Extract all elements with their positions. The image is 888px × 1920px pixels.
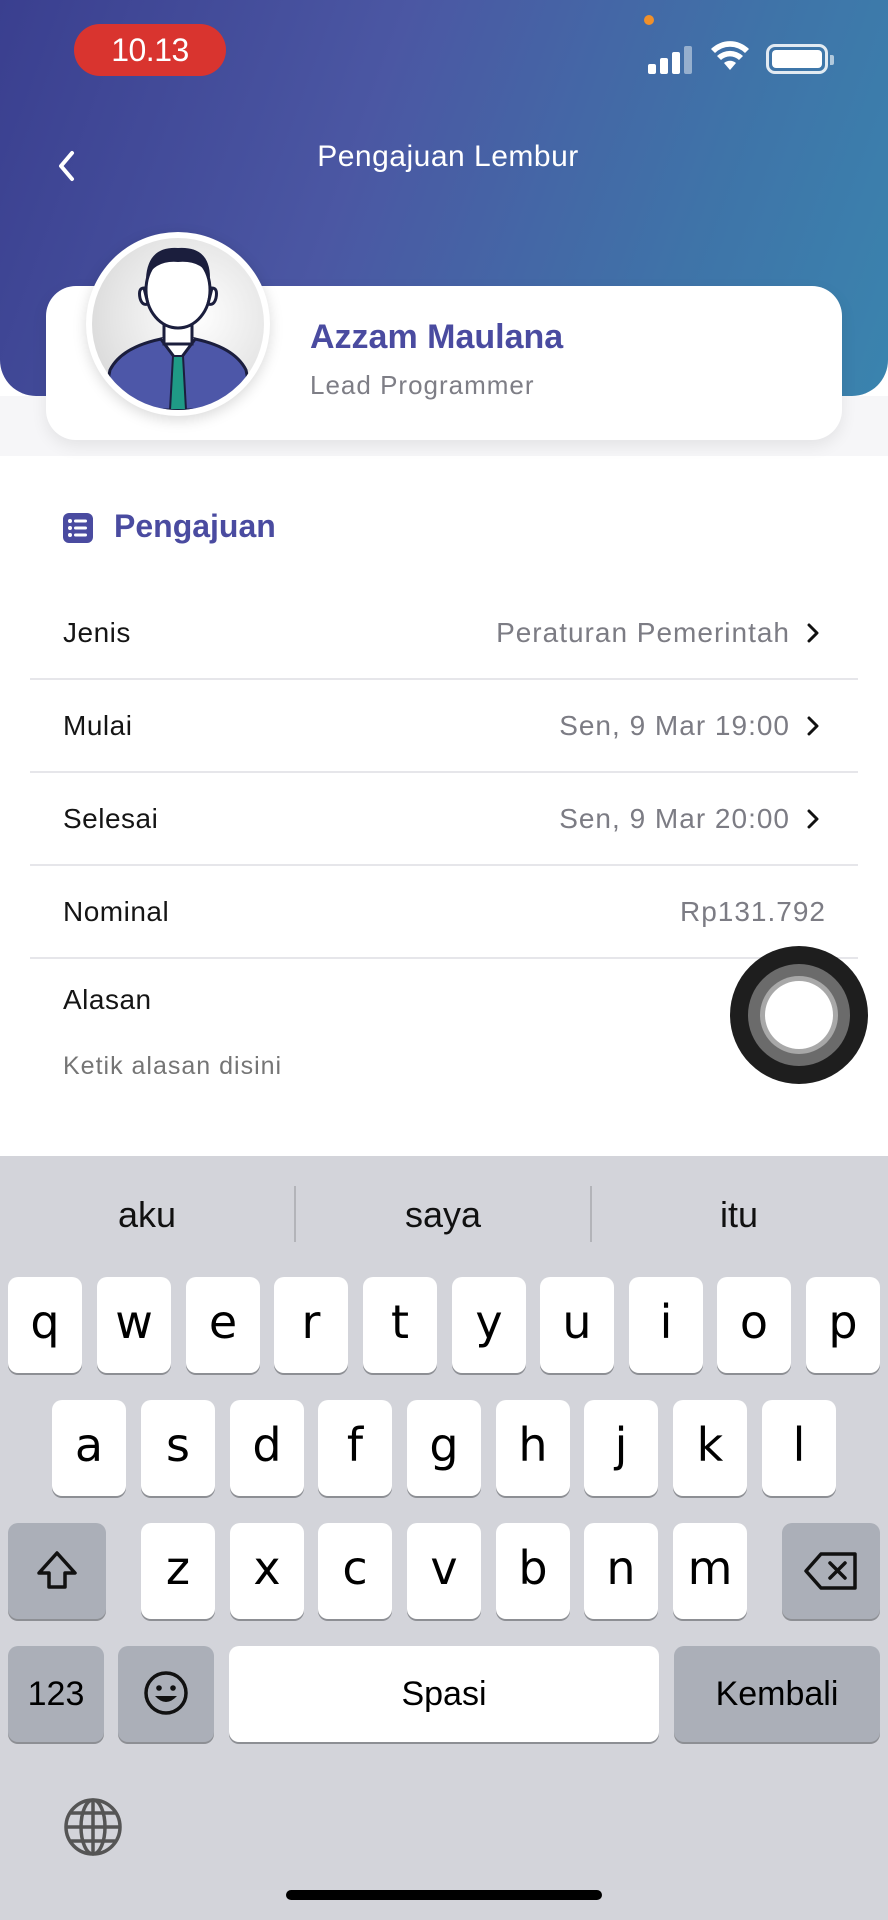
key-k[interactable]: k [673, 1400, 747, 1496]
row-nominal: Nominal Rp131.792 [30, 866, 858, 959]
assistive-touch-button[interactable] [730, 946, 868, 1084]
key-u[interactable]: u [540, 1277, 614, 1373]
privacy-indicator [644, 15, 654, 25]
employee-name: Azzam Maulana [310, 318, 564, 356]
wifi-icon [710, 40, 750, 77]
key-j[interactable]: j [584, 1400, 658, 1496]
battery-icon [766, 44, 834, 74]
space-key[interactable]: Spasi [229, 1646, 659, 1742]
chevron-right-icon [807, 716, 819, 736]
key-r[interactable]: r [274, 1277, 348, 1373]
key-l[interactable]: l [762, 1400, 836, 1496]
key-s[interactable]: s [141, 1400, 215, 1496]
status-time: 10.13 [74, 24, 226, 76]
globe-icon[interactable] [62, 1796, 124, 1863]
key-o[interactable]: o [717, 1277, 791, 1373]
row-label: Selesai [63, 803, 159, 834]
row-label: Mulai [63, 710, 133, 741]
home-indicator[interactable] [286, 1890, 602, 1900]
backspace-key[interactable] [782, 1523, 880, 1619]
key-f[interactable]: f [318, 1400, 392, 1496]
backspace-icon [804, 1552, 857, 1590]
row-value: Sen, 9 Mar 19:00 [559, 710, 790, 741]
key-b[interactable]: b [496, 1523, 570, 1619]
reason-label: Alasan [63, 984, 152, 1015]
row-label: Nominal [63, 896, 170, 927]
key-q[interactable]: q [8, 1277, 82, 1373]
numbers-key[interactable]: 123 [8, 1646, 104, 1742]
page-title: Pengajuan Lembur [317, 140, 579, 173]
reason-input[interactable] [63, 1052, 663, 1081]
section-title: Pengajuan [114, 508, 276, 544]
suggestion-divider [294, 1186, 296, 1242]
key-a[interactable]: a [52, 1400, 126, 1496]
key-h[interactable]: h [496, 1400, 570, 1496]
row-mulai[interactable]: Mulai Sen, 9 Mar 19:00 [30, 680, 858, 773]
suggestion-divider [590, 1186, 592, 1242]
row-selesai[interactable]: Selesai Sen, 9 Mar 20:00 [30, 773, 858, 866]
list-icon [62, 512, 94, 549]
cellular-signal-icon [648, 44, 694, 74]
emoji-icon [144, 1671, 188, 1715]
key-x[interactable]: x [230, 1523, 304, 1619]
keyboard: aku saya itu q w e r t y u i o p a s d f… [0, 1156, 888, 1920]
key-e[interactable]: e [186, 1277, 260, 1373]
key-g[interactable]: g [407, 1400, 481, 1496]
key-n[interactable]: n [584, 1523, 658, 1619]
row-label: Jenis [63, 617, 131, 648]
shift-icon [37, 1551, 77, 1589]
key-y[interactable]: y [452, 1277, 526, 1373]
employee-role: Lead Programmer [310, 370, 535, 400]
row-value: Peraturan Pemerintah [496, 617, 790, 648]
key-d[interactable]: d [230, 1400, 304, 1496]
key-w[interactable]: w [97, 1277, 171, 1373]
chevron-right-icon [807, 809, 819, 829]
shift-key[interactable] [8, 1523, 106, 1619]
avatar [86, 232, 270, 416]
key-c[interactable]: c [318, 1523, 392, 1619]
key-t[interactable]: t [363, 1277, 437, 1373]
return-key[interactable]: Kembali [674, 1646, 880, 1742]
chevron-right-icon [807, 623, 819, 643]
row-value: Rp131.792 [679, 896, 826, 927]
row-value: Sen, 9 Mar 20:00 [559, 803, 790, 834]
key-v[interactable]: v [407, 1523, 481, 1619]
emoji-key[interactable] [118, 1646, 214, 1742]
suggestion-3[interactable]: itu [594, 1184, 884, 1246]
key-p[interactable]: p [806, 1277, 880, 1373]
row-jenis[interactable]: Jenis Peraturan Pemerintah [30, 587, 858, 680]
suggestion-2[interactable]: saya [298, 1184, 588, 1246]
key-m[interactable]: m [673, 1523, 747, 1619]
key-i[interactable]: i [629, 1277, 703, 1373]
suggestion-1[interactable]: aku [2, 1184, 292, 1246]
key-z[interactable]: z [141, 1523, 215, 1619]
